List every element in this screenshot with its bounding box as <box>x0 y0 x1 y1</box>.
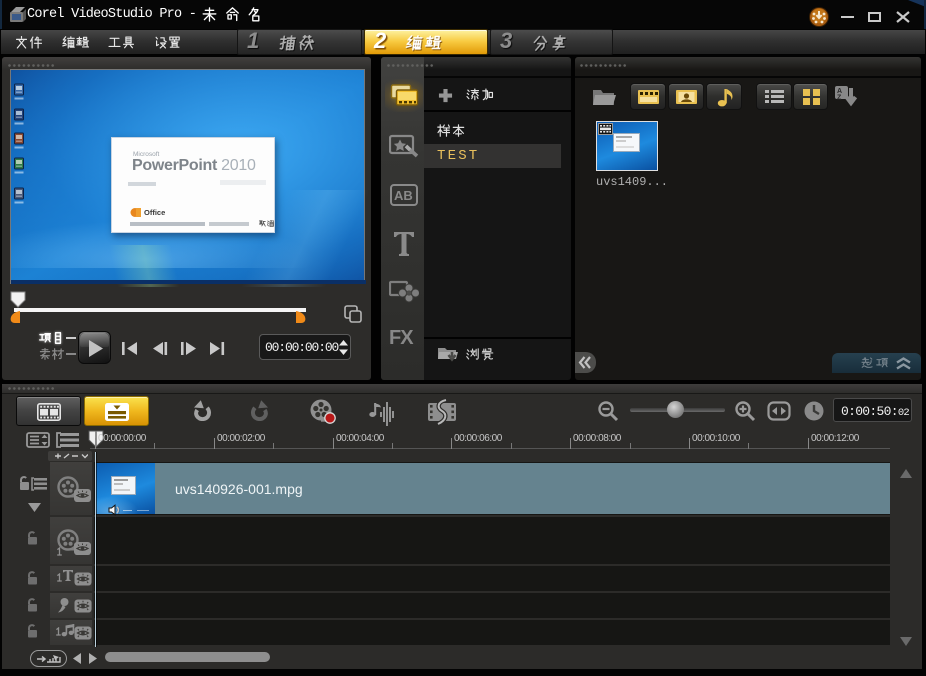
svg-text:AB: AB <box>394 188 413 203</box>
svg-text:Z: Z <box>837 95 842 102</box>
